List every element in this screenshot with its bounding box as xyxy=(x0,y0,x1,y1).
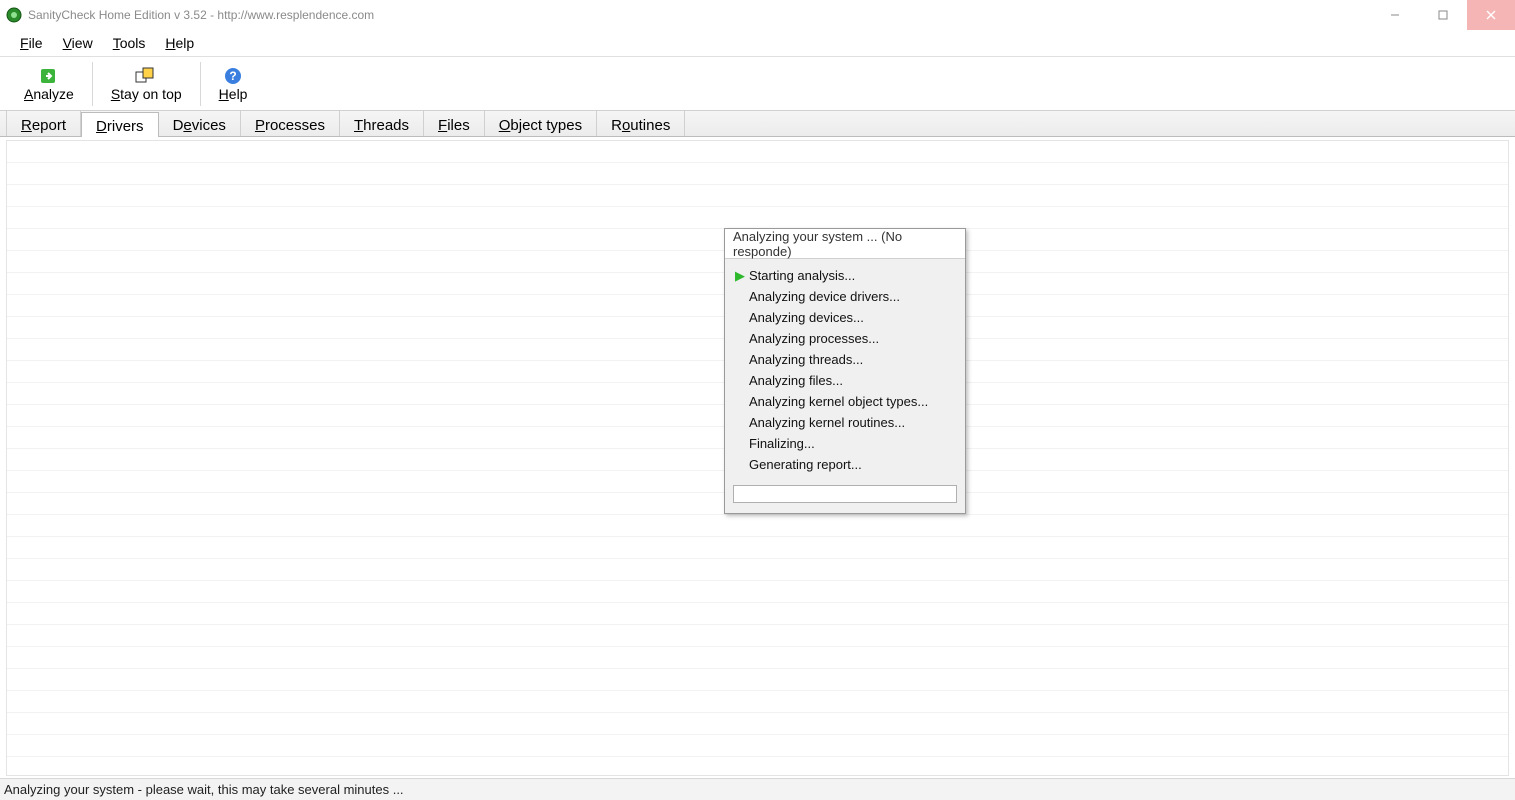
step-label: Generating report... xyxy=(749,457,862,472)
step-device-drivers: Analyzing device drivers... xyxy=(731,286,959,307)
menu-file[interactable]: File xyxy=(10,31,53,55)
step-devices: Analyzing devices... xyxy=(731,307,959,328)
dialog-body: ▶ Starting analysis... Analyzing device … xyxy=(725,259,965,513)
help-button[interactable]: ? Help xyxy=(205,64,262,104)
menu-file-rest: ile xyxy=(29,35,43,51)
analyze-icon xyxy=(37,66,61,86)
title-bar: SanityCheck Home Edition v 3.52 - http:/… xyxy=(0,0,1515,30)
svg-text:?: ? xyxy=(229,69,236,83)
step-finalizing: Finalizing... xyxy=(731,433,959,454)
toolbar: Analyze Stay on top ? Help xyxy=(0,57,1515,111)
status-text: Analyzing your system - please wait, thi… xyxy=(4,782,404,797)
analyze-label-rest: nalyze xyxy=(33,86,73,102)
menu-bar: File View Tools Help xyxy=(0,30,1515,57)
step-label: Analyzing kernel object types... xyxy=(749,394,928,409)
tab-threads[interactable]: Threads xyxy=(340,111,424,136)
progress-bar xyxy=(733,485,957,503)
toolbar-separator xyxy=(92,62,93,106)
step-label: Analyzing device drivers... xyxy=(749,289,900,304)
status-bar: Analyzing your system - please wait, thi… xyxy=(0,778,1515,800)
step-files: Analyzing files... xyxy=(731,370,959,391)
tab-drivers[interactable]: Drivers xyxy=(81,112,159,137)
tab-processes[interactable]: Processes xyxy=(241,111,340,136)
toolbar-separator xyxy=(200,62,201,106)
tab-files[interactable]: Files xyxy=(424,111,485,136)
tab-report[interactable]: Report xyxy=(6,111,81,136)
stay-on-top-icon xyxy=(134,66,158,86)
maximize-button[interactable] xyxy=(1419,0,1467,30)
menu-tools-rest: ools xyxy=(120,35,146,51)
step-routines: Analyzing kernel routines... xyxy=(731,412,959,433)
analyze-button[interactable]: Analyze xyxy=(10,64,88,104)
step-object-types: Analyzing kernel object types... xyxy=(731,391,959,412)
step-threads: Analyzing threads... xyxy=(731,349,959,370)
step-label: Analyzing processes... xyxy=(749,331,879,346)
tab-devices[interactable]: Devices xyxy=(159,111,241,136)
window-controls xyxy=(1371,0,1515,30)
menu-view-rest: iew xyxy=(72,35,93,51)
tab-routines[interactable]: Routines xyxy=(597,111,685,136)
tab-object-types[interactable]: Object types xyxy=(485,111,597,136)
step-label: Analyzing devices... xyxy=(749,310,864,325)
close-button[interactable] xyxy=(1467,0,1515,30)
menu-help[interactable]: Help xyxy=(155,31,204,55)
step-label: Finalizing... xyxy=(749,436,815,451)
stay-on-top-label-rest: tay on top xyxy=(120,86,182,102)
menu-tools[interactable]: Tools xyxy=(103,31,156,55)
menu-view[interactable]: View xyxy=(53,31,103,55)
step-label: Analyzing threads... xyxy=(749,352,863,367)
app-icon xyxy=(6,7,22,23)
help-icon: ? xyxy=(221,66,245,86)
minimize-button[interactable] xyxy=(1371,0,1419,30)
step-label: Analyzing kernel routines... xyxy=(749,415,905,430)
help-label-rest: elp xyxy=(229,86,248,102)
play-icon: ▶ xyxy=(731,268,749,284)
tab-bar: Report Drivers Devices Processes Threads… xyxy=(0,111,1515,137)
menu-help-rest: elp xyxy=(176,35,195,51)
step-label: Analyzing files... xyxy=(749,373,843,388)
progress-dialog: Analyzing your system ... (No responde) … xyxy=(724,228,966,514)
window-title: SanityCheck Home Edition v 3.52 - http:/… xyxy=(28,8,374,22)
step-processes: Analyzing processes... xyxy=(731,328,959,349)
step-starting-analysis: ▶ Starting analysis... xyxy=(731,265,959,286)
dialog-title: Analyzing your system ... (No responde) xyxy=(725,229,965,259)
step-label: Starting analysis... xyxy=(749,268,855,283)
step-generating-report: Generating report... xyxy=(731,454,959,475)
stay-on-top-button[interactable]: Stay on top xyxy=(97,64,196,104)
